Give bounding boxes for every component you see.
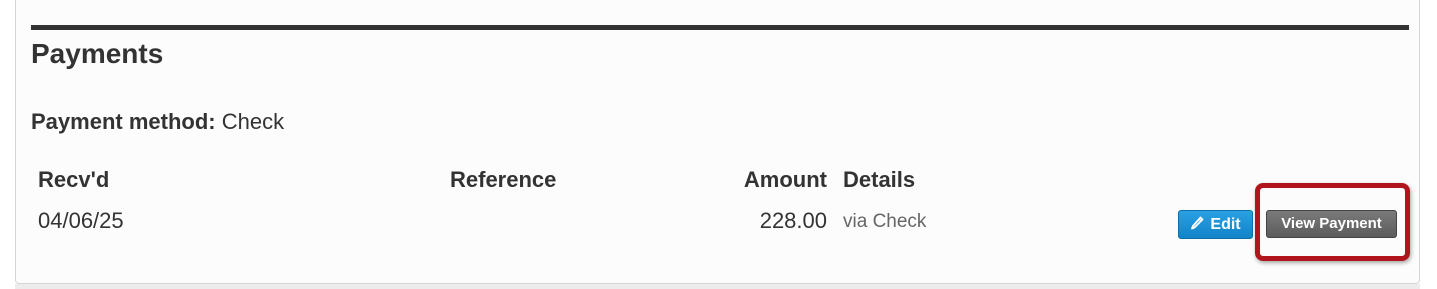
pencil-icon (1190, 216, 1204, 240)
payment-method-label: Payment method: (31, 109, 216, 134)
column-header-details: Details (843, 167, 916, 192)
payment-method-value: Check (221, 109, 285, 134)
section-title: Payments (31, 38, 164, 69)
column-header-reference: Reference (450, 167, 557, 192)
column-header-received: Recv'd (38, 167, 110, 192)
cell-details: via Check (843, 211, 927, 232)
edit-payment-button[interactable]: Edit (1178, 210, 1253, 239)
panel-bottom-edge (15, 284, 1420, 289)
column-header-amount: Amount (743, 167, 827, 192)
section-divider (31, 25, 1409, 30)
payments-panel (15, 0, 1420, 284)
edit-button-label: Edit (1210, 216, 1241, 233)
payment-method: Payment method: Check (31, 109, 284, 135)
cell-received-date: 04/06/25 (38, 208, 124, 233)
cell-amount: 228.00 (759, 208, 827, 233)
highlight-box (1255, 183, 1410, 261)
